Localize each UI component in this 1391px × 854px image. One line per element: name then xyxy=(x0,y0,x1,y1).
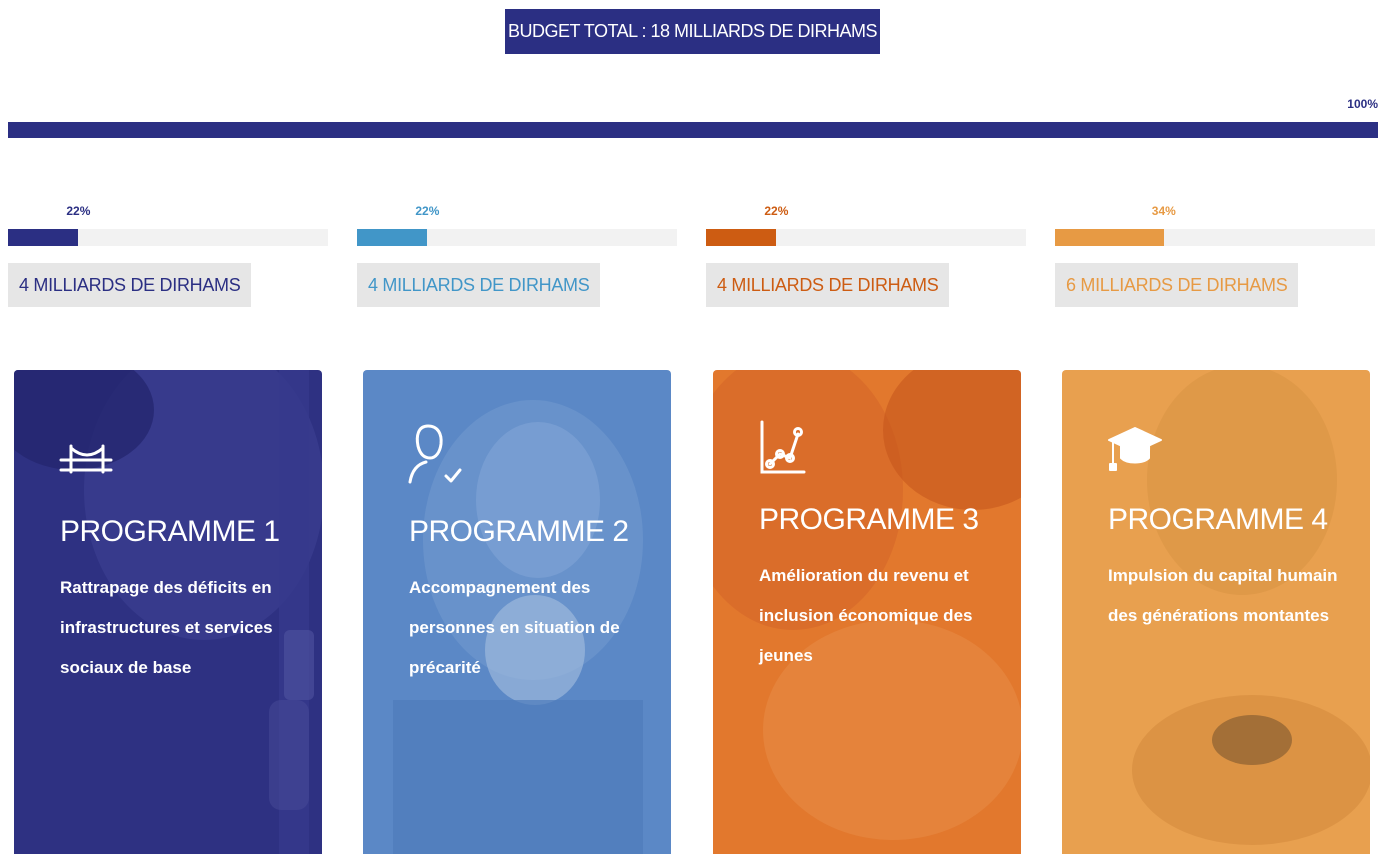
graduation-cap-icon xyxy=(1108,427,1162,471)
budget-progress-track xyxy=(357,229,677,246)
budget-column-3: 22% 4 MILLIARDS DE DIRHAMS xyxy=(706,200,1026,310)
budget-column-4: 34% 6 MILLIARDS DE DIRHAMS xyxy=(1055,200,1375,310)
budget-column-2: 22% 4 MILLIARDS DE DIRHAMS xyxy=(357,200,677,310)
total-progress-bar xyxy=(8,122,1378,138)
program-card-4[interactable]: PROGRAMME 4 Impulsion du capital humain … xyxy=(1062,370,1370,854)
program-title: PROGRAMME 1 xyxy=(60,515,280,548)
budget-progress-fill xyxy=(706,229,777,246)
budget-amount: 4 MILLIARDS DE DIRHAMS xyxy=(8,263,252,307)
budget-progress-fill xyxy=(1055,229,1164,246)
budget-progress-track xyxy=(706,229,1026,246)
budget-amount: 6 MILLIARDS DE DIRHAMS xyxy=(1055,263,1299,307)
budget-progress-fill xyxy=(8,229,79,246)
budget-progress-track xyxy=(8,229,328,246)
program-title: PROGRAMME 2 xyxy=(409,515,629,548)
budget-amount: 4 MILLIARDS DE DIRHAMS xyxy=(357,263,601,307)
budget-percent-label: 22% xyxy=(764,204,789,218)
budget-percent-label: 34% xyxy=(1151,204,1176,218)
budget-percent-label: 22% xyxy=(66,204,91,218)
person-check-icon xyxy=(408,424,462,484)
total-budget-badge: BUDGET TOTAL : 18 MILLIARDS DE DIRHAMS xyxy=(505,9,880,54)
program-description: Accompagnement des personnes en situatio… xyxy=(409,578,620,677)
program-description: Rattrapage des déficits en infrastructur… xyxy=(60,578,273,677)
program-card-1[interactable]: PROGRAMME 1 Rattrapage des déficits en i… xyxy=(14,370,322,854)
total-percent-label: 100% xyxy=(1347,97,1378,111)
program-card-2[interactable]: PROGRAMME 2 Accompagnement des personnes… xyxy=(363,370,671,854)
bridge-icon xyxy=(59,444,113,474)
budget-amount: 4 MILLIARDS DE DIRHAMS xyxy=(706,263,950,307)
budget-progress-fill xyxy=(357,229,428,246)
budget-progress-track xyxy=(1055,229,1375,246)
program-description: Impulsion du capital humain des générati… xyxy=(1108,566,1338,625)
budget-percent-label: 22% xyxy=(415,204,440,218)
program-card-3[interactable]: PROGRAMME 3 Amélioration du revenu et in… xyxy=(713,370,1021,854)
program-description: Amélioration du revenu et inclusion écon… xyxy=(759,566,973,665)
program-title: PROGRAMME 3 xyxy=(759,503,979,536)
budget-column-1: 22% 4 MILLIARDS DE DIRHAMS xyxy=(8,200,328,310)
program-title: PROGRAMME 4 xyxy=(1108,503,1328,536)
chart-icon xyxy=(760,420,806,474)
